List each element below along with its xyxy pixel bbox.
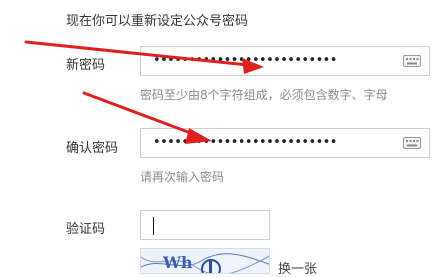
captcha-input[interactable]: [140, 210, 270, 240]
keyboard-icon[interactable]: [403, 137, 421, 149]
confirm-password-input[interactable]: ••••••••••••••••••••••••••: [140, 128, 430, 158]
keyboard-icon[interactable]: [403, 55, 421, 67]
confirm-password-hint: 请再次输入密码: [140, 170, 225, 184]
new-password-hint: 密码至少由8个字符组成，必须包含数字、字母: [140, 88, 388, 102]
captcha-noise: [141, 253, 269, 273]
captcha-label: 验证码: [66, 222, 106, 237]
captcha-text: Wh: [163, 253, 193, 272]
change-captcha-link[interactable]: 换一张: [278, 258, 317, 277]
new-password-label: 新密码: [66, 58, 106, 73]
intro-text: 现在你可以重新设定公众号密码: [66, 14, 249, 29]
new-password-input[interactable]: ••••••••••••••••••••••••••: [140, 46, 430, 76]
text-caret: [153, 217, 154, 235]
new-password-value: ••••••••••••••••••••••••••: [153, 53, 337, 68]
confirm-password-value: ••••••••••••••••••••••••••: [153, 135, 337, 150]
captcha-image[interactable]: Wh: [140, 248, 270, 274]
confirm-password-label: 确认密码: [66, 141, 119, 156]
